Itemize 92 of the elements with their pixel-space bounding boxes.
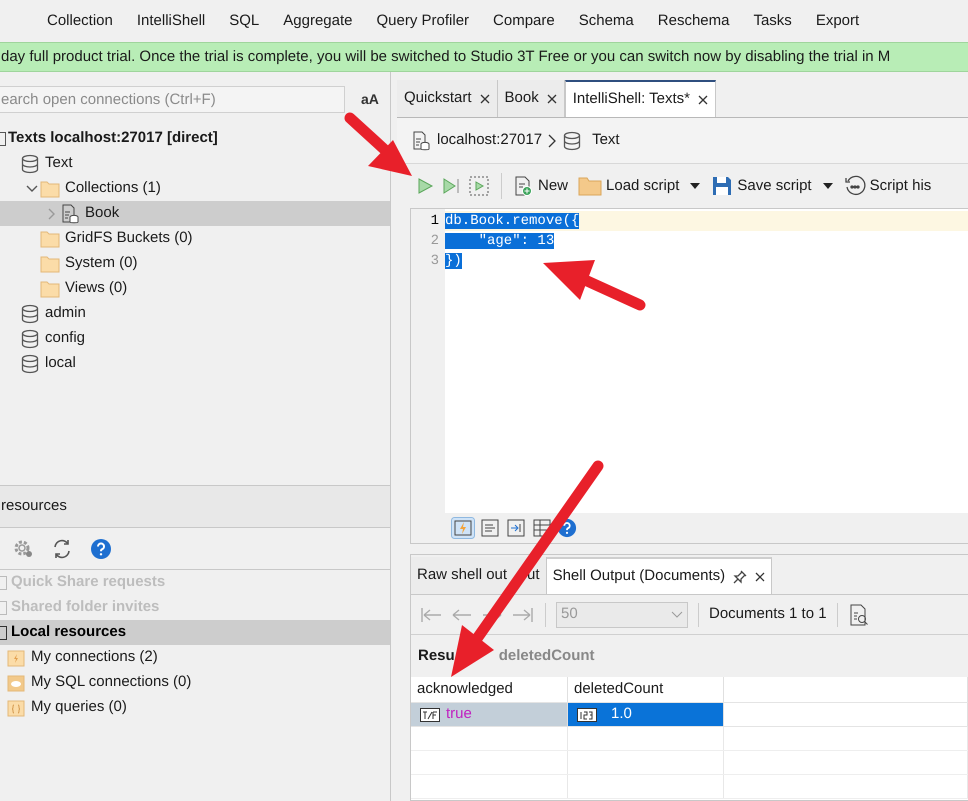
folder-icon: [40, 180, 60, 198]
run-selection-icon[interactable]: [469, 176, 489, 196]
menu-item[interactable]: Reschema: [658, 10, 730, 32]
collection-icon: [60, 204, 80, 224]
boolean-type-icon: [420, 708, 440, 722]
breadcrumb-item[interactable]: Text: [592, 129, 620, 152]
trial-banner-text: day full product trial. Once the trial is complete, you will be switched to Studio 3T Free or you can switch now by disabling the trial in M: [1, 46, 890, 67]
tree-row[interactable]: Book: [0, 201, 390, 226]
database-icon: [20, 304, 40, 324]
folder-icon: [40, 254, 60, 272]
folder-icon: [7, 674, 25, 692]
database-icon: [562, 130, 582, 150]
tree-item[interactable]: My queries (0): [31, 696, 127, 719]
page-size-value: 50: [561, 604, 578, 624]
tree-item[interactable]: GridFS Buckets (0): [65, 227, 193, 250]
annotation-arrow: [344, 112, 412, 176]
line-number: 3: [430, 252, 439, 271]
tree-item[interactable]: Text: [45, 152, 73, 175]
folder-icon: [7, 698, 25, 716]
toolbar-button[interactable]: Load script: [578, 171, 680, 201]
tab[interactable]: IntelliShell: Texts*: [564, 80, 716, 117]
case-toggle-button[interactable]: aA: [361, 88, 379, 110]
document-range-text: Documents 1 to 1: [709, 604, 827, 624]
menu-item[interactable]: Schema: [578, 10, 634, 32]
close-icon[interactable]: [546, 94, 557, 104]
menu-item[interactable]: Export: [816, 10, 860, 32]
close-icon[interactable]: [698, 94, 708, 104]
dropdown-caret-icon[interactable]: [689, 182, 702, 190]
tab[interactable]: Shell Output (Documents): [546, 557, 772, 594]
database-icon: [20, 354, 40, 374]
folder-icon: [578, 175, 602, 197]
result-label: Resu: [418, 646, 455, 666]
tree-item[interactable]: System (0): [65, 252, 138, 275]
run-line-icon[interactable]: [441, 176, 461, 196]
refresh-icon[interactable]: [51, 538, 73, 560]
menu-item[interactable]: IntelliShell: [136, 10, 206, 32]
column-header[interactable]: acknowledged: [411, 677, 568, 702]
help-icon[interactable]: [557, 518, 577, 538]
column-header[interactable]: deletedCount: [568, 677, 724, 702]
folder-icon: [40, 230, 60, 248]
tree-item[interactable]: config: [45, 327, 86, 350]
chevron-down-icon: [671, 610, 683, 618]
help-icon[interactable]: [90, 538, 112, 560]
tree-item[interactable]: My connections (2): [31, 646, 158, 669]
database-icon: [20, 328, 40, 348]
menu-item[interactable]: SQL: [229, 10, 260, 32]
folder-icon: [7, 648, 25, 666]
toolbar-button[interactable]: Save script: [711, 171, 812, 201]
chevron-right-icon: [548, 134, 556, 148]
item-icon: [0, 600, 7, 614]
history-icon: [844, 175, 866, 197]
tab[interactable]: Book: [498, 80, 565, 117]
search-field[interactable]: earch open connections (Ctrl+F): [0, 86, 345, 112]
line-number: 1: [430, 212, 439, 231]
breadcrumb-item[interactable]: localhost:27017: [437, 129, 542, 152]
tab[interactable]: Quickstart: [397, 80, 498, 117]
close-icon[interactable]: [480, 94, 490, 104]
result-name: deletedCount: [498, 646, 595, 666]
tree-item[interactable]: Collections (1): [65, 177, 161, 200]
dropdown-caret-icon[interactable]: [822, 182, 834, 190]
item-icon: [0, 626, 7, 640]
text-view-icon[interactable]: [479, 517, 501, 539]
menu-item[interactable]: Query Profiler: [376, 10, 470, 32]
menu-item[interactable]: Collection: [47, 10, 113, 32]
tree-item[interactable]: My SQL connections (0): [31, 671, 192, 694]
lightning-icon[interactable]: [451, 517, 475, 539]
chevron-icon[interactable]: [26, 184, 38, 192]
tree-item[interactable]: Texts localhost:27017 [direct]: [8, 127, 218, 150]
toolbar-button[interactable]: Script his: [844, 171, 932, 201]
toolbar-button[interactable]: New: [512, 171, 568, 201]
document-search-icon[interactable]: [848, 602, 870, 626]
pin-icon[interactable]: [733, 570, 748, 584]
tree-row[interactable]: Local resources: [0, 620, 390, 645]
line-number: 2: [430, 232, 439, 251]
table-cell[interactable]: 1.0: [568, 703, 724, 726]
folder-icon: [40, 280, 60, 298]
menu-item[interactable]: Aggregate: [283, 10, 352, 32]
settings-icon[interactable]: [12, 538, 34, 560]
close-icon[interactable]: [755, 572, 766, 582]
menu-item[interactable]: Compare: [493, 10, 555, 32]
indent-icon[interactable]: [505, 517, 527, 539]
number-type-icon: [577, 708, 597, 722]
panel-title: resources: [1, 496, 67, 516]
tree-item[interactable]: admin: [45, 302, 86, 325]
tree-item[interactable]: Views (0): [65, 277, 128, 300]
menu-item[interactable]: Tasks: [753, 10, 792, 32]
tree-item[interactable]: Book: [85, 202, 120, 225]
item-icon: [0, 576, 7, 590]
database-icon: [20, 154, 40, 174]
tree-item[interactable]: local: [45, 352, 76, 375]
table-icon[interactable]: [531, 517, 553, 539]
tree-item[interactable]: Local resources: [11, 621, 126, 644]
